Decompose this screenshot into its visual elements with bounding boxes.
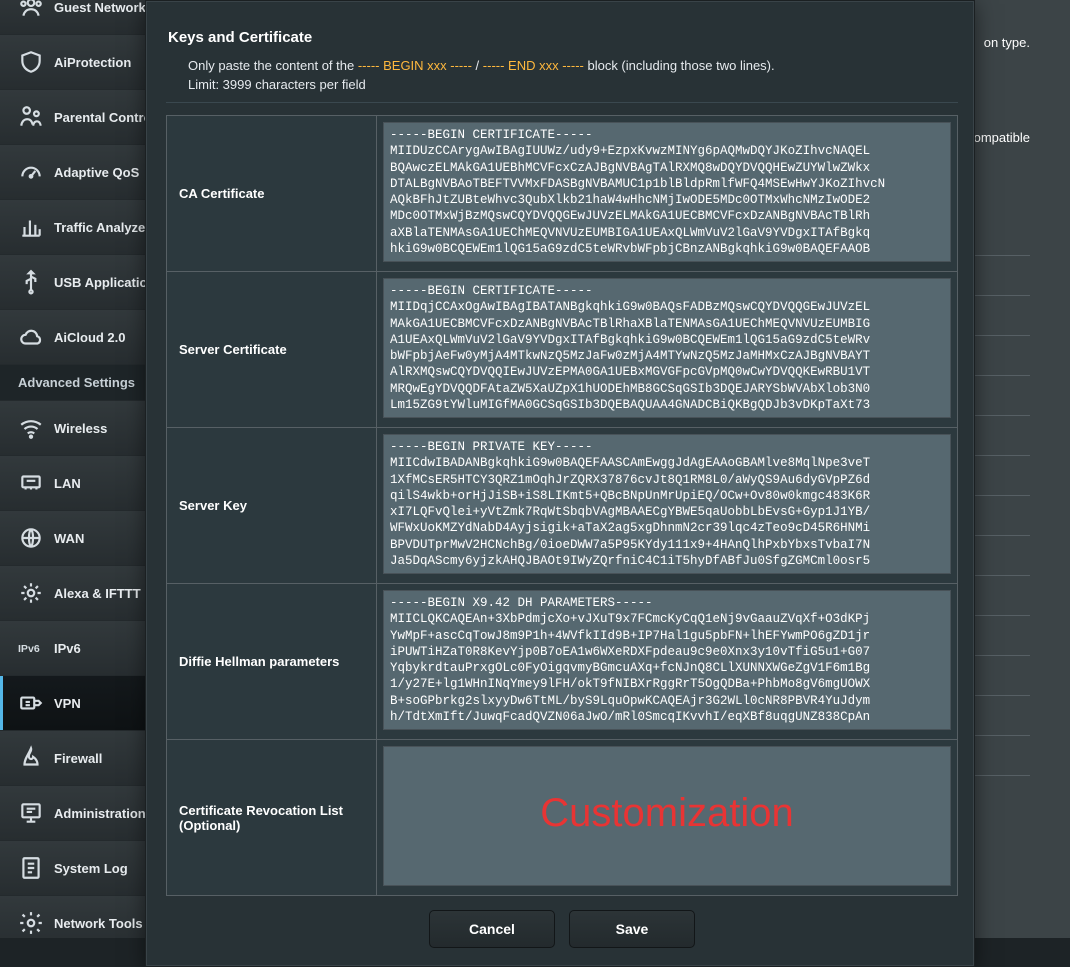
modal-title: Keys and Certificate <box>168 29 958 46</box>
sidebar-item-label: Wireless <box>54 421 107 436</box>
keys-certificate-modal: Keys and Certificate Only paste the cont… <box>145 0 975 967</box>
svg-text:IPv6: IPv6 <box>18 643 40 655</box>
divider <box>166 102 958 103</box>
fire-icon <box>18 745 44 771</box>
sidebar-item-label: IPv6 <box>54 641 81 656</box>
server-key-label: Server Key <box>167 428 377 584</box>
wifi-icon <box>18 415 44 441</box>
admin-icon <box>18 800 44 826</box>
gear-icon <box>18 910 44 936</box>
crl-label: Certificate Revocation List (Optional) <box>167 740 377 896</box>
parental-icon <box>18 104 44 130</box>
sidebar-item-label: VPN <box>54 696 81 711</box>
cloud-icon <box>18 324 44 350</box>
save-button[interactable]: Save <box>569 910 695 948</box>
server-key-input[interactable] <box>383 434 951 574</box>
lan-icon <box>18 470 44 496</box>
sidebar-item-label: LAN <box>54 476 81 491</box>
sidebar-item-label: AiCloud 2.0 <box>54 330 126 345</box>
sidebar-item-label: Traffic Analyzer <box>54 220 150 235</box>
sidebar-item-label: Network Tools <box>54 916 143 931</box>
shield-icon <box>18 49 44 75</box>
usb-icon <box>18 269 44 295</box>
dh-params-label: Diffie Hellman parameters <box>167 584 377 740</box>
crl-input[interactable] <box>383 746 951 886</box>
sidebar-item-label: WAN <box>54 531 84 546</box>
ca-cert-label: CA Certificate <box>167 116 377 272</box>
sidebar-item-label: USB Application <box>54 275 155 290</box>
vpn-icon <box>18 690 44 716</box>
dh-params-input[interactable] <box>383 590 951 730</box>
gauge-icon <box>18 159 44 185</box>
globe-icon <box>18 525 44 551</box>
sidebar-item-label: Guest Network <box>54 0 146 15</box>
sidebar-item-label: AiProtection <box>54 55 131 70</box>
alexa-icon <box>18 580 44 606</box>
cancel-button[interactable]: Cancel <box>429 910 555 948</box>
server-cert-input[interactable] <box>383 278 951 418</box>
modal-hint: Only paste the content of the ----- BEGI… <box>166 58 958 73</box>
server-cert-label: Server Certificate <box>167 272 377 428</box>
sidebar-item-label: Adaptive QoS <box>54 165 139 180</box>
cert-fields-table: CA Certificate Server Certificate Server… <box>166 115 958 896</box>
ipv6-icon: IPv6 <box>18 635 44 661</box>
sidebar-item-label: Alexa & IFTTT <box>54 586 141 601</box>
chart-icon <box>18 214 44 240</box>
log-icon <box>18 855 44 881</box>
modal-hint-limit: Limit: 3999 characters per field <box>166 77 958 92</box>
guest-network-icon <box>18 0 44 20</box>
sidebar-item-label: System Log <box>54 861 128 876</box>
sidebar-item-label: Administration <box>54 806 146 821</box>
ca-cert-input[interactable] <box>383 122 951 262</box>
modal-buttons: Cancel Save <box>166 910 958 948</box>
sidebar-item-label: Firewall <box>54 751 102 766</box>
